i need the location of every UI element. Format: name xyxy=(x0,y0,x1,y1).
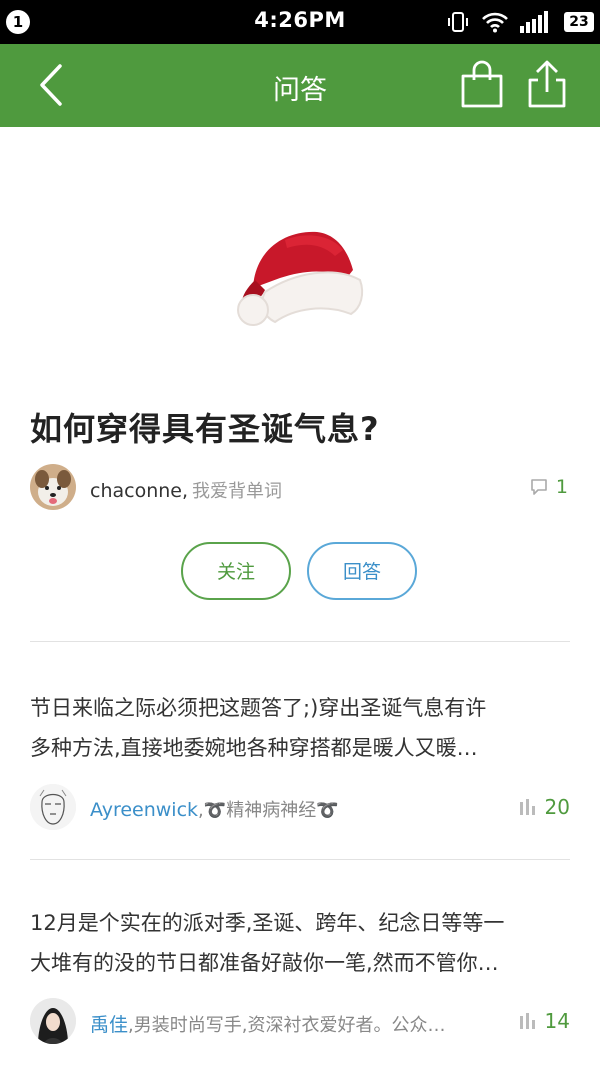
vote-count-value: 20 xyxy=(544,795,570,819)
author-separator: , xyxy=(181,480,189,502)
divider xyxy=(30,859,570,860)
status-bar: 1 4:26PM 23 xyxy=(0,0,600,44)
answer-author-bio: ➰精神病神经➰ xyxy=(203,800,339,821)
answer-excerpt-line: 大堆有的没的节日都准备好敲你一笔,然而不管你… xyxy=(30,951,499,975)
nav-bar: 问答 xyxy=(0,44,600,127)
share-icon[interactable] xyxy=(524,58,570,110)
answer-author-row[interactable]: Ayreenwick,➰精神病神经➰ 20 xyxy=(30,784,570,832)
status-icons: 23 xyxy=(446,9,594,35)
answer-excerpt[interactable]: 12月是个实在的派对季,圣诞、跨年、纪念日等等一 大堆有的没的节日都准备好敲你一… xyxy=(30,903,570,983)
bar-chart-icon xyxy=(519,1013,535,1029)
vibrate-icon xyxy=(448,12,468,32)
comment-icon xyxy=(531,479,547,495)
question-author-row[interactable]: chaconne, 我爱背单词 1 xyxy=(30,464,570,512)
santa-hat-image xyxy=(237,231,364,326)
signal-icon xyxy=(520,11,548,33)
vote-count: 14 xyxy=(519,1009,570,1033)
answer-excerpt-line: 12月是个实在的派对季,圣诞、跨年、纪念日等等一 xyxy=(30,911,505,935)
vote-count: 20 xyxy=(519,795,570,819)
author-name[interactable]: chaconne xyxy=(90,480,182,502)
answer-author-avatar[interactable] xyxy=(30,784,76,830)
author-avatar[interactable] xyxy=(30,464,76,510)
bar-chart-icon xyxy=(519,799,535,815)
answer-button[interactable]: 回答 xyxy=(307,542,417,600)
comment-count[interactable]: 1 xyxy=(530,476,568,498)
author-info: chaconne, 我爱背单词 xyxy=(90,477,282,503)
answer-author-avatar[interactable] xyxy=(30,998,76,1044)
answer-author-info: 禹佳,男装时尚写手,资深衬衣爱好者。公众… xyxy=(90,1010,445,1037)
page-title: 问答 xyxy=(273,75,327,106)
vote-count-value: 14 xyxy=(544,1009,570,1033)
answer-excerpt-line: 多种方法,直接地委婉地各种穿搭都是暖人又暖… xyxy=(30,736,478,760)
follow-button[interactable]: 关注 xyxy=(181,542,291,600)
answer-author-row[interactable]: 禹佳,男装时尚写手,资深衬衣爱好者。公众… 14 xyxy=(30,998,570,1046)
answer-excerpt[interactable]: 节日来临之际必须把这题答了;)穿出圣诞气息有许 多种方法,直接地委婉地各种穿搭都… xyxy=(30,688,570,768)
answer-author-bio: 男装时尚写手,资深衬衣爱好者。公众… xyxy=(133,1015,446,1036)
question-title: 如何穿得具有圣诞气息? xyxy=(30,410,380,448)
answer-author-name[interactable]: Ayreenwick xyxy=(90,799,198,821)
answer-excerpt-line: 节日来临之际必须把这题答了;)穿出圣诞气息有许 xyxy=(30,696,487,720)
wifi-icon xyxy=(482,12,508,33)
shopping-bag-icon[interactable] xyxy=(458,58,506,110)
battery-icon: 23 xyxy=(564,12,594,32)
comment-count-value: 1 xyxy=(555,476,568,498)
answer-author-name[interactable]: 禹佳 xyxy=(90,1014,128,1036)
author-bio: 我爱背单词 xyxy=(192,481,283,502)
answer-author-info: Ayreenwick,➰精神病神经➰ xyxy=(90,796,339,822)
divider xyxy=(30,641,570,642)
